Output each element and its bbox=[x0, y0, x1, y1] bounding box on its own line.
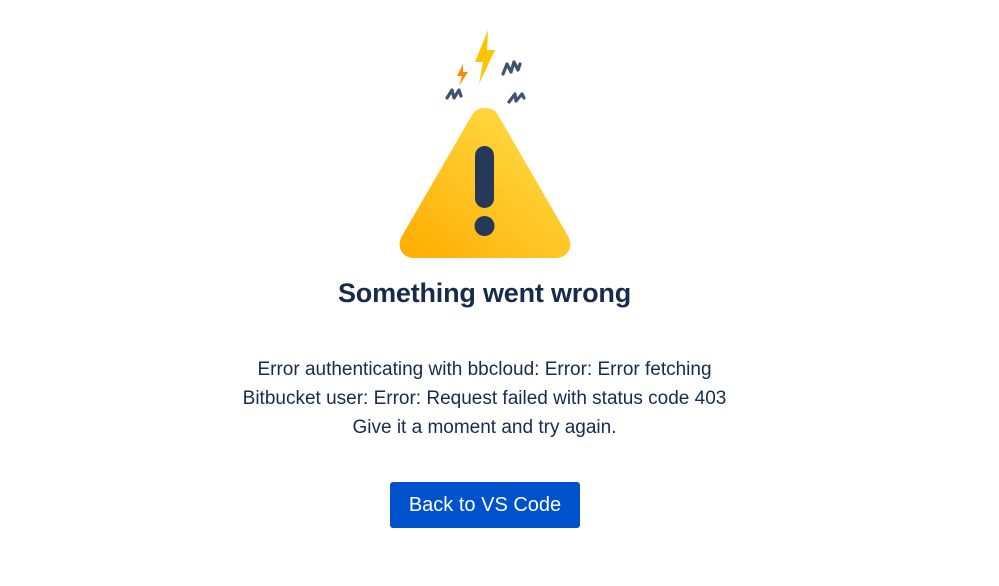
error-message-line: Error authenticating with bbcloud: Error… bbox=[257, 359, 712, 380]
exclamation-icon bbox=[474, 146, 495, 236]
lightning-bolt-icon bbox=[457, 30, 495, 86]
error-page: Something went wrong Error authenticatin… bbox=[0, 0, 999, 586]
warning-illustration bbox=[399, 30, 571, 258]
error-message-line: Give it a moment and try again. bbox=[352, 417, 617, 438]
error-message-line: Bitbucket user: Error: Request failed wi… bbox=[242, 388, 727, 409]
page-title: Something went wrong bbox=[338, 278, 631, 308]
error-message: Error authenticating with bbcloud: Error… bbox=[0, 355, 969, 442]
back-to-vscode-button[interactable]: Back to VS Code bbox=[390, 482, 580, 528]
